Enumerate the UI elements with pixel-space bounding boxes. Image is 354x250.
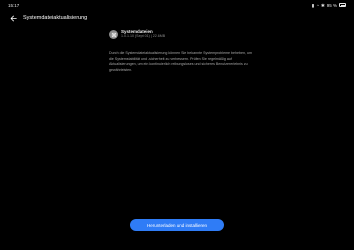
status-time: 15:17 <box>8 3 20 8</box>
page-title: Systemdateiaktualisierung <box>23 15 88 21</box>
update-version: 1.0.1.10 (Sept 01) | 22.6MB <box>121 34 166 38</box>
update-description: Durch die Systemdateiaktualisierung könn… <box>109 51 253 72</box>
status-icons: ▮ ◔ ✱ 95 % <box>312 3 346 8</box>
download-install-button[interactable]: Herunterladen und installieren <box>130 219 224 231</box>
bluetooth-icon: ✱ <box>320 2 325 8</box>
battery-percent: 95 % <box>326 2 337 8</box>
battery-icon <box>339 3 346 7</box>
back-arrow-icon[interactable] <box>8 13 18 23</box>
wifi-icon: ◔ <box>316 2 319 8</box>
update-title-wrap: Systemdateien 1.0.1.10 (Sept 01) | 22.6M… <box>121 29 165 39</box>
signal-icon: ▮ <box>311 2 315 8</box>
update-icon <box>109 30 118 39</box>
status-bar: 15:17 ▮ ◔ ✱ 95 % <box>0 0 354 10</box>
page-header: Systemdateiaktualisierung <box>8 12 87 24</box>
update-header: Systemdateien 1.0.1.10 (Sept 01) | 22.6M… <box>109 29 249 39</box>
update-card: Systemdateien 1.0.1.10 (Sept 01) | 22.6M… <box>109 29 252 73</box>
